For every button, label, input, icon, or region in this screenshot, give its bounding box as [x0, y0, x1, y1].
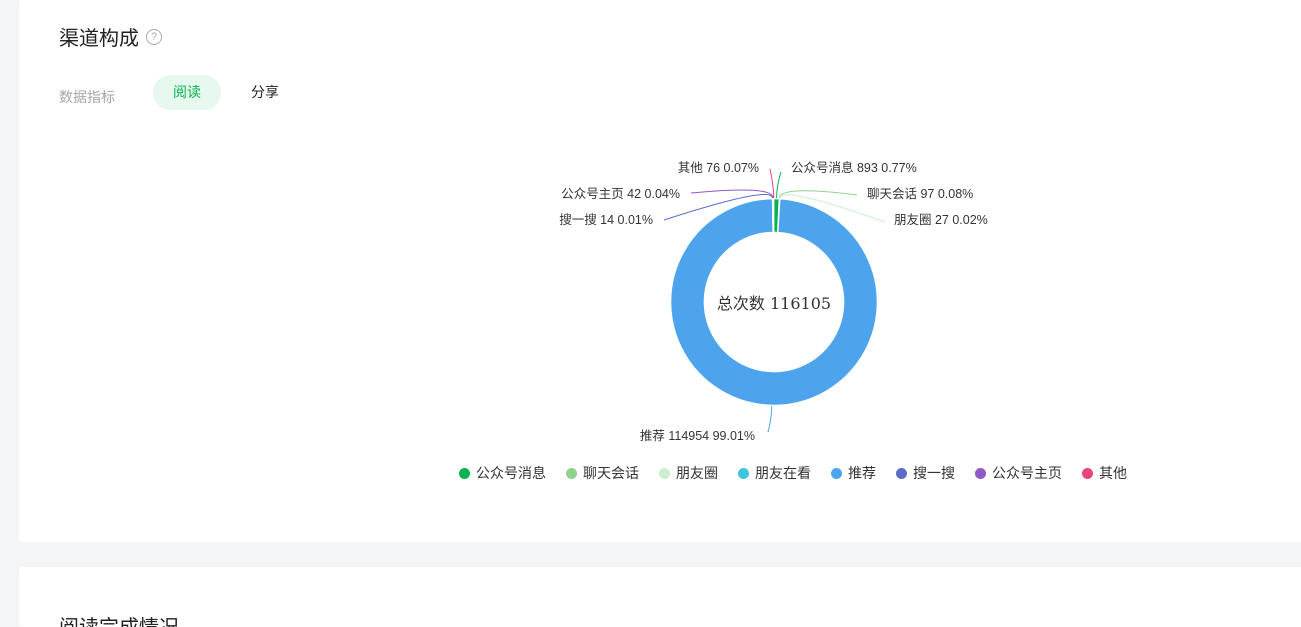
slice-label-2: 朋友圈 27 0.02% [894, 213, 988, 227]
legend-label: 公众号主页 [992, 465, 1062, 481]
legend-label: 其他 [1099, 465, 1127, 481]
chart-legend: 公众号消息 聊天会话 朋友圈 朋友在看 推荐 搜一搜 公众号主页 其他 [459, 463, 1147, 483]
slice-7[interactable] [773, 198, 775, 233]
legend-dot-icon [1082, 467, 1093, 479]
legend-item-1[interactable]: 聊天会话 [566, 463, 639, 483]
legend-dot-icon [831, 467, 842, 479]
legend-item-4[interactable]: 推荐 [831, 463, 876, 483]
slice-label-1: 聊天会话 97 0.08% [867, 187, 973, 201]
leader-line-4 [767, 405, 773, 433]
legend-label: 朋友圈 [676, 465, 718, 481]
legend-item-6[interactable]: 公众号主页 [975, 463, 1062, 483]
center-label: 总次数 116105 [717, 294, 831, 313]
legend-dot-icon [659, 467, 670, 479]
donut-chart: 公众号消息 893 0.77% 聊天会话 97 0.08% 朋友圈 27 0.02%… [559, 160, 988, 443]
leader-line-1 [778, 190, 858, 199]
slice-label-5: 搜一搜 14 0.01% [559, 212, 653, 227]
slice-label-4: 推荐 114954 99.01% [640, 429, 755, 443]
leader-line-0 [776, 171, 782, 199]
legend-item-7[interactable]: 其他 [1082, 463, 1127, 483]
legend-item-5[interactable]: 搜一搜 [896, 463, 955, 483]
slice-label-0: 公众号消息 893 0.77% [791, 160, 917, 175]
legend-label: 聊天会话 [583, 465, 639, 481]
next-section-title: 阅读完成情况 [59, 611, 179, 627]
legend-label: 推荐 [848, 465, 876, 481]
legend-dot-icon [975, 467, 986, 479]
channel-card: 渠道构成 ? 数据指标 阅读 分享 公众号消息 893 0.77% 聊天会话 97… [19, 0, 1301, 542]
legend-label: 公众号消息 [476, 465, 546, 481]
legend-dot-icon [566, 467, 577, 479]
legend-item-2[interactable]: 朋友圈 [659, 463, 718, 483]
legend-dot-icon [459, 467, 470, 479]
leader-line-6 [690, 189, 774, 199]
legend-item-3[interactable]: 朋友在看 [738, 463, 811, 483]
legend-dot-icon [738, 467, 749, 479]
legend-item-0[interactable]: 公众号消息 [459, 463, 546, 483]
legend-dot-icon [896, 467, 907, 479]
slice-label-7: 其他 76 0.07% [678, 161, 759, 175]
next-section-card: 阅读完成情况 [19, 567, 1301, 627]
legend-label: 朋友在看 [755, 465, 811, 481]
slice-label-6: 公众号主页 42 0.04% [561, 187, 680, 201]
legend-label: 搜一搜 [913, 465, 955, 481]
